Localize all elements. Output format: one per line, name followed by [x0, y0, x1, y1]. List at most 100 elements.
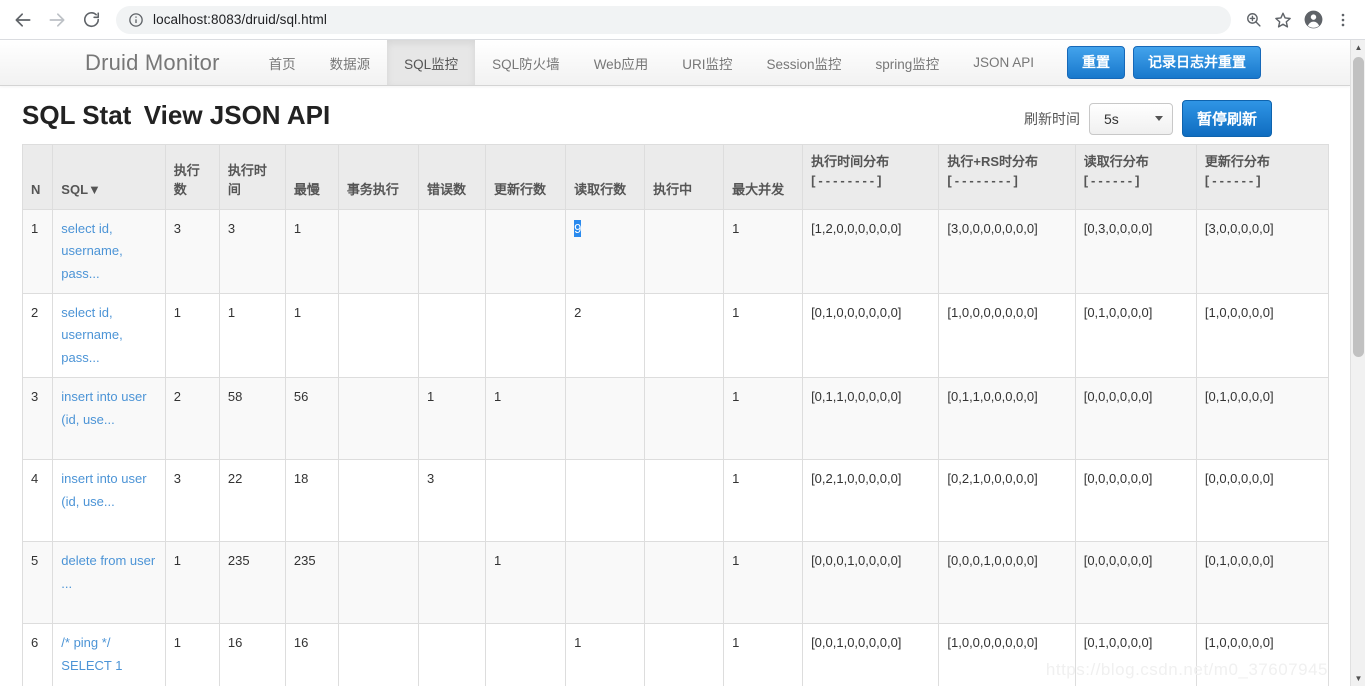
app-brand[interactable]: Druid Monitor: [85, 40, 252, 85]
cell-err: [417, 623, 487, 686]
nav-item-home[interactable]: 首页: [252, 40, 313, 85]
cell-d1: [0,1,1,0,0,0,0,0]: [802, 377, 940, 461]
cell-exec: 1: [164, 293, 220, 379]
sql-link[interactable]: delete from user ...: [61, 550, 157, 595]
column-header-run[interactable]: 执行中: [644, 144, 725, 210]
scrollbar-down-arrow[interactable]: ▼: [1351, 671, 1365, 686]
column-title-d3: 读取行分布: [1083, 154, 1149, 169]
column-header-trans[interactable]: 事务执行: [337, 144, 419, 210]
column-header-d2[interactable]: 执行+RS时分布 [ - - - - - - - - ]: [938, 144, 1076, 210]
cell-d3: [0,0,0,0,0,0]: [1074, 377, 1197, 461]
page-title: SQL Stat: [22, 100, 132, 130]
cell-read: 2: [565, 293, 646, 379]
scrollbar-thumb[interactable]: [1353, 57, 1364, 357]
cell-d2: [1,0,0,0,0,0,0,0]: [938, 623, 1076, 686]
column-header-slow[interactable]: 最慢: [284, 144, 339, 210]
cell-run: [644, 377, 725, 461]
selected-text: 9: [574, 220, 582, 237]
app-navbar: Druid Monitor 首页 数据源 SQL监控 SQL防火墙 Web应用 …: [0, 40, 1350, 86]
column-title-run: 执行中: [653, 182, 693, 198]
cell-d3: [0,3,0,0,0,0]: [1074, 208, 1197, 295]
profile-button[interactable]: [1299, 6, 1327, 34]
sql-link[interactable]: select id, username, pass...: [61, 302, 157, 369]
table-row: 2 select id, username, pass... 1 1 1 2 1 [0,1,0…: [21, 293, 1330, 379]
cell-d2: [1,0,0,0,0,0,0,0]: [938, 293, 1076, 379]
cell-exec: 2: [164, 377, 220, 461]
column-title-d2: 执行+RS时分布: [947, 154, 1039, 169]
cell-d4: [0,1,0,0,0,0]: [1195, 541, 1330, 625]
browser-menu-button[interactable]: [1329, 6, 1357, 34]
cell-n: 4: [21, 459, 54, 543]
cell-read: 1: [565, 623, 646, 686]
sql-link[interactable]: /* ping */ SELECT 1: [61, 632, 157, 677]
sql-link[interactable]: select id, username, pass...: [61, 218, 157, 285]
reload-button[interactable]: [76, 5, 106, 35]
page-content: Druid Monitor 首页 数据源 SQL监控 SQL防火墙 Web应用 …: [0, 40, 1350, 686]
cell-time: 1: [218, 293, 286, 379]
nav-item-jsonapi[interactable]: JSON API: [956, 40, 1051, 85]
column-header-n[interactable]: N: [21, 144, 54, 210]
column-header-d3[interactable]: 读取行分布 [ - - - - - - ]: [1074, 144, 1197, 210]
reset-button[interactable]: 重置: [1067, 46, 1126, 79]
nav-item-firewall[interactable]: SQL防火墙: [475, 40, 577, 85]
sql-link[interactable]: insert into user (id, use...: [61, 468, 157, 513]
bookmark-button[interactable]: [1269, 6, 1297, 34]
log-reset-button[interactable]: 记录日志并重置: [1133, 46, 1262, 79]
column-header-exec[interactable]: 执行数: [164, 144, 220, 210]
cell-err: [417, 293, 487, 379]
sql-link[interactable]: insert into user (id, use...: [61, 386, 157, 431]
cell-upd: [485, 293, 567, 379]
forward-button[interactable]: [42, 5, 72, 35]
nav-item-sql[interactable]: SQL监控: [387, 40, 476, 85]
column-header-time[interactable]: 执行时间: [218, 144, 286, 210]
pause-refresh-button[interactable]: 暂停刷新: [1181, 100, 1272, 137]
column-title-slow: 最慢: [293, 182, 320, 198]
back-arrow-icon: [15, 12, 31, 27]
back-button[interactable]: [8, 5, 38, 35]
cell-n: 5: [21, 541, 54, 625]
refresh-interval-select[interactable]: 5s: [1088, 102, 1173, 135]
table-row: 1 select id, username, pass... 3 3 1 9 1 [1,2,0…: [21, 208, 1330, 295]
table-header-row: N SQL▼ 执行数 执行时间 最慢 事务执行 错误数 更新行数 读取行数 执行…: [21, 144, 1330, 210]
cell-trans: [337, 459, 419, 543]
cell-time: 16: [218, 623, 286, 686]
column-header-err[interactable]: 错误数: [417, 144, 487, 210]
column-header-read[interactable]: 读取行数: [565, 144, 646, 210]
column-header-sql[interactable]: SQL▼: [52, 144, 166, 210]
address-bar[interactable]: localhost:8083/druid/sql.html: [116, 5, 1231, 34]
table-body: 1 select id, username, pass... 3 3 1 9 1 [1,2,0…: [21, 208, 1330, 686]
refresh-interval-value: 5s: [1103, 110, 1119, 127]
zoom-search-button[interactable]: [1239, 6, 1267, 34]
nav-item-spring[interactable]: spring监控: [858, 40, 956, 85]
cell-run: [644, 293, 725, 379]
cell-slow: 1: [284, 293, 339, 379]
column-header-d4[interactable]: 更新行分布 [ - - - - - - ]: [1195, 144, 1330, 210]
nav-item-datasource[interactable]: 数据源: [313, 40, 388, 85]
cell-d4: [0,1,0,0,0,0]: [1195, 377, 1330, 461]
nav-item-webapp[interactable]: Web应用: [577, 40, 666, 85]
cell-err: 1: [417, 377, 487, 461]
column-subtitle-d3: [ - - - - - - ]: [1083, 172, 1140, 188]
cell-slow: 1: [284, 208, 339, 295]
cell-sql: select id, username, pass...: [52, 208, 166, 295]
cell-upd: [485, 623, 567, 686]
cell-trans: [337, 293, 419, 379]
cell-conc: 1: [723, 541, 804, 625]
column-header-d1[interactable]: 执行时间分布 [ - - - - - - - - ]: [802, 144, 940, 210]
column-header-upd[interactable]: 更新行数: [485, 144, 567, 210]
column-title-upd: 更新行数: [494, 182, 547, 198]
browser-toolbar: localhost:8083/druid/sql.html: [0, 0, 1365, 40]
view-json-api-link[interactable]: View JSON API: [144, 100, 330, 130]
scrollbar-up-arrow[interactable]: ▲: [1351, 40, 1365, 55]
cell-trans: [337, 208, 419, 295]
column-title-trans: 事务执行: [346, 182, 399, 198]
cell-exec: 3: [164, 459, 220, 543]
cell-d3: [0,1,0,0,0,0]: [1074, 293, 1197, 379]
page-scrollbar[interactable]: ▲ ▼: [1350, 40, 1365, 686]
cell-sql: insert into user (id, use...: [52, 377, 166, 461]
cell-read: [565, 377, 646, 461]
nav-item-uri[interactable]: URI监控: [665, 40, 749, 85]
column-title-d1: 执行时间分布: [811, 154, 890, 169]
column-header-conc[interactable]: 最大并发: [723, 144, 804, 210]
nav-item-session[interactable]: Session监控: [749, 40, 858, 85]
